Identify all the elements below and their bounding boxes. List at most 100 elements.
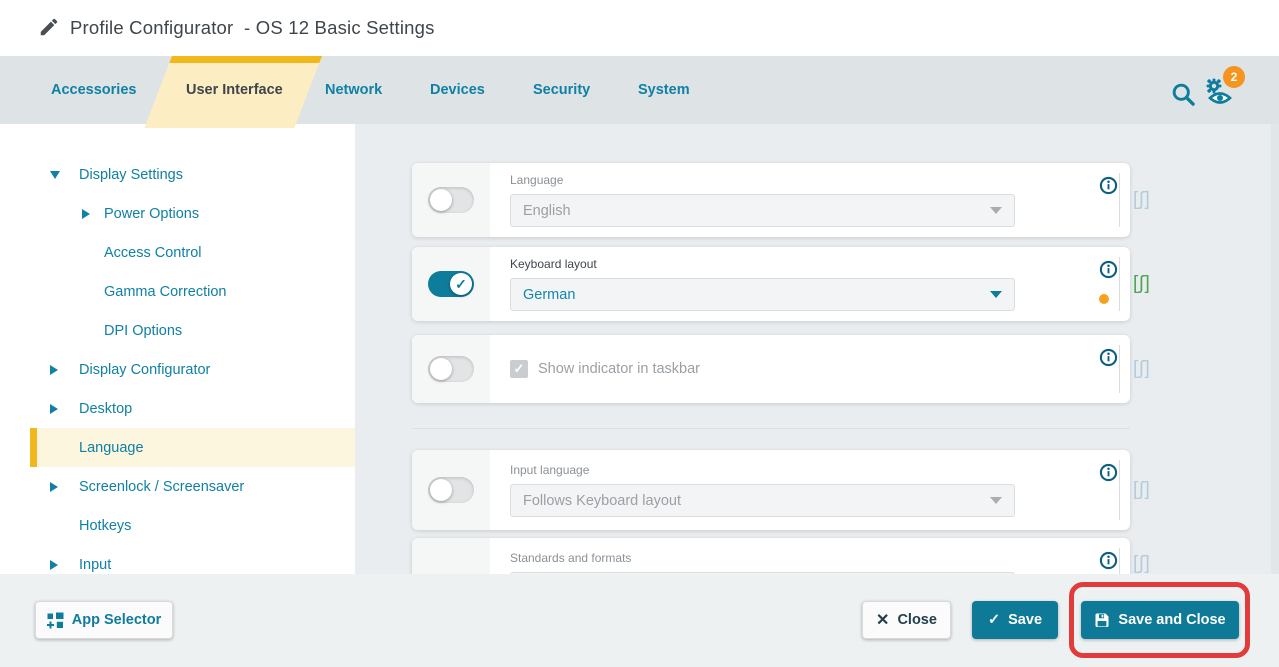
window-header: Profile Configurator - OS 12 Basic Setti… [0,0,1279,56]
tab-network[interactable]: Network [325,56,382,124]
tab-user-interface[interactable]: User Interface [186,56,283,124]
tree-item-desktop[interactable]: Desktop [0,389,355,428]
divider [1119,257,1120,311]
show-indicator-toggle-off[interactable] [428,356,474,382]
tab-accessories[interactable]: Accessories [51,56,136,124]
setting-row-language: Language English [ʃ] [412,163,1130,237]
info-icon[interactable] [1099,463,1118,482]
checkbox-checked-disabled[interactable]: ✓ [510,360,528,378]
chevron-down-icon [990,207,1002,214]
tree-item-label: Display Settings [79,167,183,183]
app-selector-label: App Selector [72,612,161,628]
setting-label: Language [510,173,1130,187]
chevron-right-icon[interactable] [50,482,79,492]
chevron-right-icon[interactable] [50,404,79,414]
search-icon[interactable] [1170,81,1197,108]
tab-bar: Accessories User Interface Network Devic… [0,56,1279,124]
toggle-cell [412,538,490,574]
setting-main: Keyboard layout German [ʃ] [490,247,1130,321]
registry-param-icon[interactable]: [ʃ] [1133,189,1151,211]
page-title: Profile Configurator - OS 12 Basic Setti… [70,17,435,39]
tree-item-label: Access Control [104,245,202,261]
divider [1119,460,1120,520]
registry-param-icon[interactable]: [ʃ] [1133,358,1151,380]
save-and-close-button[interactable]: Save and Close [1081,601,1239,639]
tree-item-display-configurator[interactable]: Display Configurator [0,350,355,389]
save-button[interactable]: ✓ Save [972,601,1058,639]
setting-main: Input language Follows Keyboard layout [… [490,450,1130,530]
setting-label: Input language [510,463,1130,477]
chevron-down-icon [990,497,1002,504]
toggle-cell [412,163,490,237]
tree-item-language-selected[interactable]: Language [30,428,355,467]
info-icon[interactable] [1099,551,1118,570]
select-value: German [523,287,575,303]
input-language-select[interactable]: Follows Keyboard layout [510,484,1015,517]
settings-tree: Display Settings Power Options Access Co… [0,124,355,584]
keyboard-layout-select[interactable]: German [510,278,1015,311]
setting-label: Keyboard layout [510,257,1130,271]
notification-badge[interactable]: 2 [1223,66,1245,88]
tree-item-label: Gamma Correction [104,284,226,300]
settings-panel: Language English [ʃ] ✓ Keyboard l [355,124,1279,574]
language-select[interactable]: English [510,194,1015,227]
toggle-cell: ✓ [412,247,490,321]
keyboard-layout-toggle-on[interactable]: ✓ [428,271,474,297]
setting-row-standards-formats: Standards and formats [ʃ] [412,538,1130,574]
input-language-toggle-off[interactable] [428,477,474,503]
chevron-right-icon[interactable] [82,209,104,219]
tree-item-hotkeys[interactable]: Hotkeys [0,506,355,545]
tree-item-display-settings[interactable]: Display Settings [0,155,355,194]
save-floppy-icon [1094,612,1110,628]
edit-pencil-icon [38,16,60,38]
tree-item-label: Screenlock / Screensaver [79,479,244,495]
setting-row-keyboard-layout: ✓ Keyboard layout German [ʃ] [412,247,1130,321]
app-selector-grid-icon [47,612,64,629]
info-icon[interactable] [1099,176,1118,195]
divider [1119,548,1120,574]
tab-security[interactable]: Security [533,56,590,124]
toggle-knob: ✓ [450,273,472,295]
chevron-right-icon[interactable] [50,560,79,570]
setting-label: Standards and formats [510,551,1130,565]
info-icon[interactable] [1099,260,1118,279]
checkbox-label: Show indicator in taskbar [538,361,700,377]
language-toggle-off[interactable] [428,187,474,213]
footer-bar: App Selector ✕ Close ✓ Save Save and Clo… [0,574,1279,667]
select-value: Follows Keyboard layout [523,493,681,509]
chevron-down-icon[interactable] [50,171,79,179]
toggle-knob [430,358,452,380]
setting-row-show-indicator: ✓ Show indicator in taskbar [ʃ] [412,335,1130,403]
section-separator [412,428,1130,429]
info-icon[interactable] [1099,348,1118,367]
registry-param-icon[interactable]: [ʃ] [1133,553,1151,574]
tree-item-gamma-correction[interactable]: Gamma Correction [0,272,355,311]
modified-indicator-dot [1099,294,1109,304]
tree-item-access-control[interactable]: Access Control [0,233,355,272]
tree-item-label: Hotkeys [79,518,131,534]
divider [1119,345,1120,393]
close-x-icon: ✕ [876,610,889,630]
toggle-knob [430,189,452,211]
chevron-right-icon[interactable] [50,365,79,375]
toggle-cell [412,335,490,403]
chevron-down-icon [990,291,1002,298]
tree-item-label: DPI Options [104,323,182,339]
tree-item-power-options[interactable]: Power Options [0,194,355,233]
tree-item-label: Language [79,440,144,456]
tree-item-label: Power Options [104,206,199,222]
vertical-scrollbar[interactable] [1271,124,1279,574]
tab-system[interactable]: System [638,56,690,124]
toggle-cell [412,450,490,530]
tree-item-dpi-options[interactable]: DPI Options [0,311,355,350]
tree-item-label: Display Configurator [79,362,210,378]
close-button[interactable]: ✕ Close [862,601,951,639]
setting-main: Language English [ʃ] [490,163,1130,237]
registry-param-icon[interactable]: [ʃ] [1133,273,1151,295]
select-value: English [523,203,571,219]
tab-devices[interactable]: Devices [430,56,485,124]
app-selector-button[interactable]: App Selector [35,601,173,639]
divider [1119,173,1120,227]
tree-item-screenlock-screensaver[interactable]: Screenlock / Screensaver [0,467,355,506]
registry-param-icon[interactable]: [ʃ] [1133,479,1151,501]
